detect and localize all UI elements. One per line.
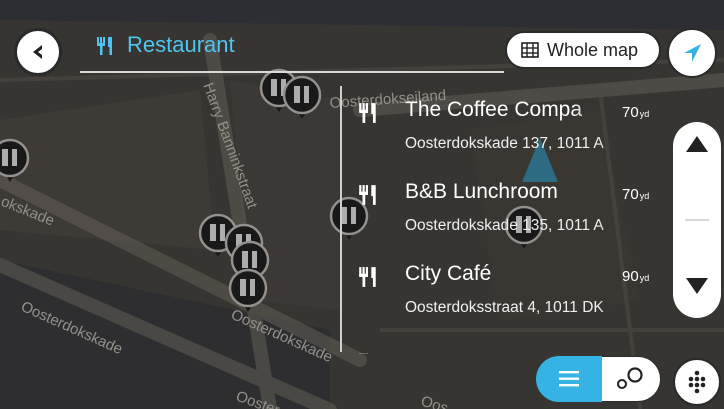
result-address: Oosterdokskade 135, 1011 A	[405, 217, 604, 234]
search-input[interactable]: Restaurant	[127, 32, 235, 58]
search-underline	[80, 71, 504, 73]
fork-knife-icon	[359, 103, 376, 123]
results-list[interactable]: The Coffee Compa Oosterdokskade 137, 101…	[341, 86, 663, 354]
main-menu-button[interactable]	[673, 358, 721, 406]
result-item[interactable]: The Coffee Compa Oosterdokskade 137, 101…	[341, 86, 663, 164]
map-icon	[521, 42, 539, 58]
scroll-down-button[interactable]	[673, 252, 721, 318]
fork-knife-icon	[97, 37, 112, 55]
fork-knife-icon	[359, 353, 368, 354]
result-distance: 70yd	[622, 186, 650, 203]
navigation-arrow-icon	[684, 44, 701, 62]
dots-grid-icon	[688, 370, 706, 394]
result-address: Oosterdoksstraat 4, 1011 DK	[405, 299, 604, 316]
list-icon	[559, 371, 579, 387]
scroll-divider	[685, 219, 709, 221]
fork-knife-icon	[359, 185, 376, 205]
map-view-button[interactable]	[602, 356, 661, 402]
scroll-control	[673, 122, 721, 318]
result-name: City Café	[405, 262, 492, 285]
whole-map-button[interactable]: Whole map	[505, 31, 661, 69]
result-name: The Coffee Compa	[405, 98, 583, 121]
whole-map-label: Whole map	[547, 39, 639, 60]
result-distance: 70yd	[622, 104, 650, 121]
back-button[interactable]	[14, 28, 62, 76]
result-name: B&B Lunchroom	[405, 180, 558, 203]
triangle-down-icon	[686, 278, 708, 294]
result-item[interactable]: B&B Lunchroom Oosterdokskade 135, 1011 A…	[341, 168, 663, 246]
view-toggle	[536, 356, 662, 402]
result-address: Oosterdokskade 137, 1011 A	[405, 135, 604, 152]
result-distance: 90yd	[622, 268, 650, 285]
chevron-left-icon	[33, 45, 42, 59]
result-item[interactable]: City Café Oosterdoksstraat 4, 1011 DK 90…	[341, 250, 663, 328]
navigate-button[interactable]	[667, 28, 717, 78]
result-item-partial[interactable]	[341, 336, 663, 354]
triangle-up-icon	[686, 136, 708, 152]
pins-icon	[617, 367, 643, 389]
list-view-button[interactable]	[536, 356, 602, 402]
fork-knife-icon	[359, 267, 376, 287]
scroll-up-button[interactable]	[673, 122, 721, 188]
